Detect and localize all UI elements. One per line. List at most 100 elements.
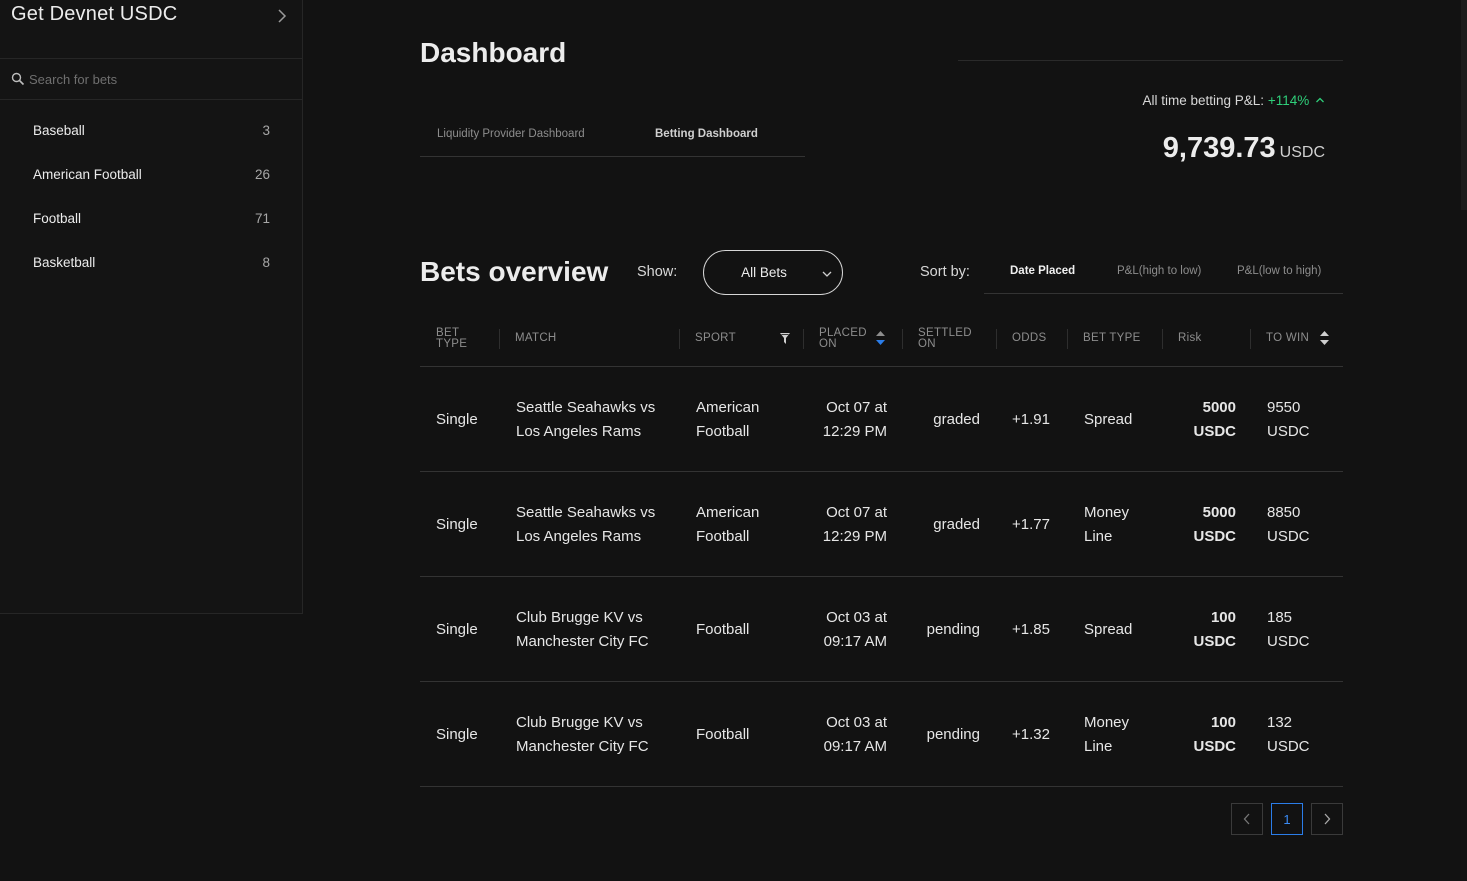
column-header-label: SETTLED ON [918, 326, 972, 350]
scrollbar-thumb[interactable] [1461, 0, 1467, 210]
cell-match: Club Brugge KV vs Manchester City FC [516, 713, 649, 755]
search-bar [0, 59, 302, 100]
cell-to-win: 9550 USDC [1267, 398, 1310, 440]
column-header-bet-type: BET TYPE [420, 310, 499, 367]
show-filter-value: All Bets [741, 265, 787, 280]
balance-amount: 9,739.73 [1162, 132, 1276, 164]
sort-options: Date Placed P&L(high to low) P&L(low to … [984, 251, 1343, 294]
table-row[interactable]: Single Club Brugge KV vs Manchester City… [420, 577, 1343, 682]
chevron-right-icon[interactable] [274, 8, 290, 24]
sidebar-item-basketball[interactable]: Basketball 8 [0, 241, 302, 285]
sidebar: Get Devnet USDC Baseball 3 American Foot… [0, 0, 303, 614]
cell-bet-type-2: Money Line [1084, 503, 1130, 545]
balance: 9,739.73 USDC [1163, 132, 1325, 165]
cell-bet-type-2: Spread [1084, 620, 1133, 638]
sidebar-item-label: Football [33, 211, 82, 226]
column-header-label: BET TYPE [1083, 332, 1141, 344]
column-header-label: SPORT [695, 332, 736, 344]
pnl-value: +114% [1267, 93, 1310, 108]
column-header-label: MATCH [515, 332, 557, 344]
sidebar-item-count: 3 [262, 123, 270, 138]
cell-match: Seattle Seahawks vs Los Angeles Rams [516, 398, 656, 440]
table-row[interactable]: Single Club Brugge KV vs Manchester City… [420, 682, 1343, 787]
sort-date-placed[interactable]: Date Placed [1010, 265, 1075, 277]
filter-icon[interactable] [780, 333, 790, 344]
cell-settled-on: pending [926, 725, 980, 743]
pnl-label: All time betting P&L: [1142, 93, 1265, 108]
table-header: BET TYPE MATCH SPORT PLACED ON SETTLED O… [420, 310, 1343, 367]
sidebar-item-count: 71 [254, 211, 270, 226]
sidebar-item-label: Baseball [33, 123, 85, 138]
sort-icon[interactable] [1320, 331, 1329, 345]
column-header-sport[interactable]: SPORT [679, 310, 803, 367]
sidebar-item-american-football[interactable]: American Football 26 [0, 153, 302, 197]
column-header-label: BET TYPE [436, 326, 468, 350]
column-header-label: TO WIN [1266, 332, 1310, 344]
chevron-left-icon [1243, 813, 1250, 825]
cell-to-win: 8850 USDC [1267, 503, 1310, 545]
column-header-match: MATCH [499, 310, 679, 367]
page-title: Dashboard [420, 37, 567, 68]
cell-odds: +1.32 [1012, 725, 1050, 743]
column-header-label: PLACED ON [819, 326, 867, 350]
sidebar-title: Get Devnet USDC [11, 3, 178, 25]
show-label: Show: [637, 264, 678, 280]
get-devnet-usdc-link[interactable]: Get Devnet USDC [0, 0, 302, 59]
cell-bet-type: Single [436, 515, 478, 533]
column-header-to-win[interactable]: TO WIN [1250, 310, 1343, 367]
pnl-summary: All time betting P&L: +114% [1142, 93, 1325, 108]
cell-settled-on: graded [933, 515, 980, 533]
sidebar-item-label: Basketball [33, 255, 96, 270]
main-content: Dashboard Liquidity Provider Dashboard B… [303, 0, 1467, 881]
sport-list: Baseball 3 American Football 26 Football… [0, 100, 302, 285]
cell-odds: +1.91 [1012, 410, 1050, 428]
tab-liquidity-provider-dashboard[interactable]: Liquidity Provider Dashboard [437, 128, 585, 140]
tab-betting-dashboard[interactable]: Betting Dashboard [655, 128, 758, 140]
chevron-down-icon [822, 271, 832, 277]
balance-unit: USDC [1279, 144, 1325, 161]
sort-icon[interactable] [876, 331, 885, 345]
cell-bet-type-2: Spread [1084, 410, 1133, 428]
column-header-label: Risk [1178, 332, 1202, 344]
sidebar-item-football[interactable]: Football 71 [0, 197, 302, 241]
sidebar-item-baseball[interactable]: Baseball 3 [0, 109, 302, 153]
cell-risk: 100 USDC [1193, 608, 1236, 650]
cell-sport: American Football [696, 503, 760, 545]
sidebar-item-label: American Football [33, 167, 142, 182]
cell-match: Club Brugge KV vs Manchester City FC [516, 608, 649, 650]
cell-settled-on: pending [926, 620, 980, 638]
column-header-settled-on: SETTLED ON [902, 310, 996, 367]
sidebar-item-count: 26 [254, 167, 270, 182]
cell-risk: 100 USDC [1193, 713, 1236, 755]
pagination-prev-button[interactable] [1231, 803, 1263, 835]
cell-bet-type-2: Money Line [1084, 713, 1130, 755]
search-input[interactable] [29, 68, 289, 90]
sort-pnl-high-to-low[interactable]: P&L(high to low) [1117, 265, 1201, 277]
sidebar-item-count: 8 [262, 255, 270, 270]
cell-odds: +1.85 [1012, 620, 1050, 638]
cell-odds: +1.77 [1012, 515, 1050, 533]
sort-label: Sort by: [920, 264, 970, 280]
cell-placed-on: Oct 07 at 12:29 PM [822, 398, 887, 440]
cell-bet-type: Single [436, 410, 478, 428]
cell-sport: American Football [696, 398, 760, 440]
pagination-page-1[interactable]: 1 [1271, 803, 1303, 835]
column-header-label: ODDS [1012, 332, 1047, 344]
chevron-right-icon [1324, 813, 1331, 825]
column-header-risk: Risk [1162, 310, 1250, 367]
sort-pnl-low-to-high[interactable]: P&L(low to high) [1237, 265, 1321, 277]
cell-placed-on: Oct 07 at 12:29 PM [822, 503, 887, 545]
bets-overview-title: Bets overview [420, 256, 609, 287]
pagination-next-button[interactable] [1311, 803, 1343, 835]
cell-sport: Football [696, 725, 750, 743]
table-row[interactable]: Single Seattle Seahawks vs Los Angeles R… [420, 472, 1343, 577]
scrollbar[interactable] [1461, 0, 1467, 881]
cell-sport: Football [696, 620, 750, 638]
column-header-placed-on[interactable]: PLACED ON [803, 310, 902, 367]
table-row[interactable]: Single Seattle Seahawks vs Los Angeles R… [420, 367, 1343, 472]
dashboard-tabs: Liquidity Provider Dashboard Betting Das… [420, 116, 805, 157]
show-filter-select[interactable]: All Bets [703, 250, 843, 295]
cell-match: Seattle Seahawks vs Los Angeles Rams [516, 503, 656, 545]
divider [958, 60, 1343, 61]
bets-table: BET TYPE MATCH SPORT PLACED ON SETTLED O… [420, 310, 1343, 787]
